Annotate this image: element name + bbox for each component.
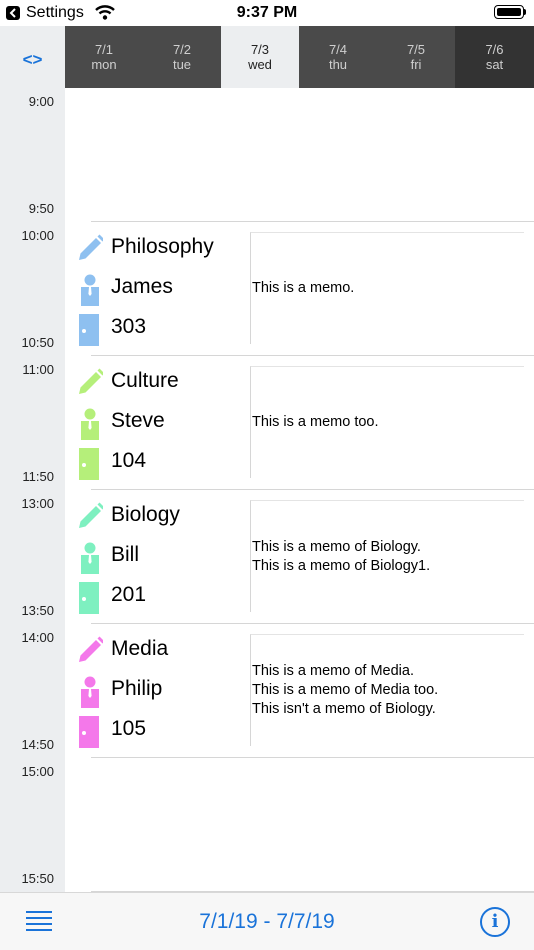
memo-box[interactable]: This is a memo too. (250, 366, 524, 478)
class-entry[interactable]: Culture Steve 104 This is a memo too. (65, 356, 534, 490)
memo-line: This is a memo of Media. (252, 663, 414, 679)
subject-name: Media (111, 637, 169, 660)
memo-box[interactable]: This is a memo. (250, 232, 524, 344)
day-date: 7/5 (406, 42, 426, 57)
day-weekday: thu (328, 57, 348, 72)
pencil-icon (79, 368, 103, 394)
day-date: 7/1 (94, 42, 114, 57)
class-entry[interactable]: Biology Bill 201 This is a memo of Biolo… (65, 490, 534, 624)
day-weekday: wed (248, 57, 272, 72)
memo-line: This is a memo too. (252, 414, 379, 430)
room-number: 303 (111, 315, 147, 338)
door-icon (79, 716, 99, 748)
time-label: 9:00 (28, 94, 54, 109)
room-number: 104 (111, 449, 147, 472)
day-date: 7/2 (172, 42, 192, 57)
door-icon (79, 448, 99, 480)
person-icon (81, 408, 99, 440)
status-time: 9:37 PM (236, 4, 298, 21)
day-tab-selected[interactable]: 7/3 wed (221, 26, 299, 88)
day-tab[interactable]: 7/4 thu (299, 26, 377, 88)
memo-line: This isn't a memo of Biology. (252, 701, 436, 717)
room-number: 105 (111, 717, 147, 740)
door-icon (79, 582, 99, 614)
memo-line: This is a memo of Biology1. (252, 557, 431, 574)
person-icon (81, 274, 99, 306)
room-number: 201 (111, 583, 147, 606)
week-nav-arrows-button[interactable]: <> (0, 50, 65, 70)
subject-name: Philosophy (111, 235, 214, 258)
time-label: 15:00 (21, 764, 54, 779)
teacher-name: James (111, 275, 173, 298)
time-label: 10:00 (21, 228, 54, 243)
pencil-icon (79, 234, 103, 260)
day-date: 7/6 (485, 42, 504, 57)
day-tab[interactable]: 7/1 mon (65, 26, 143, 88)
door-icon (79, 314, 99, 346)
time-label: 14:00 (21, 630, 54, 645)
battery-icon (494, 5, 526, 19)
memo-line: This is a memo of Media too. (252, 682, 439, 698)
day-weekday: fri (410, 57, 422, 72)
teacher-name: Steve (111, 409, 165, 432)
teacher-name: Bill (111, 543, 140, 566)
time-label: 14:50 (21, 737, 54, 752)
day-tab[interactable]: 7/5 fri (377, 26, 455, 88)
person-icon (81, 676, 99, 708)
day-date: 7/4 (328, 42, 348, 57)
status-bar: Settings 9:37 PM (0, 0, 534, 26)
day-tab[interactable]: 7/2 tue (143, 26, 221, 88)
class-entry[interactable]: Philosophy James 303 This is a memo. (65, 222, 534, 356)
subject-name: Culture (111, 369, 179, 392)
time-label: 11:50 (22, 469, 54, 484)
pencil-icon (79, 636, 103, 662)
info-icon[interactable]: i (480, 907, 510, 937)
memo-line: This is a memo. (252, 280, 355, 296)
pencil-icon (79, 502, 103, 528)
class-entry[interactable]: Media Philip 105 This is a memo of Media… (65, 624, 534, 758)
teacher-name: Philip (111, 677, 163, 700)
subject-name: Biology (111, 503, 180, 526)
person-icon (81, 542, 99, 574)
date-range-label[interactable]: 7/1/19 - 7/7/19 (0, 910, 534, 934)
time-column: <> (0, 26, 65, 892)
time-label: 11:00 (22, 362, 54, 377)
memo-box[interactable]: This is a memo of Media. This is a memo … (250, 634, 524, 746)
time-label: 13:50 (21, 603, 54, 618)
time-label: 13:00 (21, 496, 54, 511)
day-date: 7/3 (250, 42, 270, 57)
day-weekday: tue (172, 57, 192, 72)
day-tab[interactable]: 7/6 sat (455, 26, 534, 88)
time-label: 9:50 (28, 201, 54, 216)
bottom-toolbar: 7/1/19 - 7/7/19 i (0, 892, 534, 950)
time-label: 15:50 (21, 871, 54, 886)
time-label: 10:50 (21, 335, 54, 350)
memo-box[interactable]: This is a memo of Biology. This is a mem… (250, 500, 524, 612)
memo-line: This is a memo of Biology. (252, 538, 421, 555)
day-weekday: mon (91, 57, 117, 72)
day-weekday: sat (485, 57, 504, 72)
